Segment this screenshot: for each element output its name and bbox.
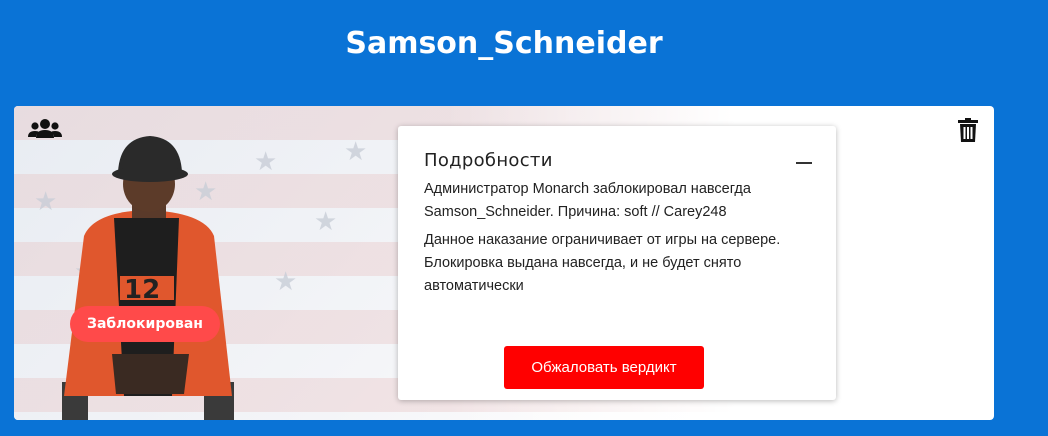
player-card: ★ ★ ★ ★ ★ ★ ★ ★ 12 [14,106,994,420]
details-panel: Подробности Администратор Monarch заблок… [398,126,836,400]
status-badge: Заблокирован [70,306,220,342]
ban-description: Администратор Monarch заблокировал навсе… [424,181,751,220]
svg-text:12: 12 [124,275,160,305]
ban-notice: Данное наказание ограничивает от игры на… [424,232,781,294]
avatar: 12 [62,136,234,420]
details-title: Подробности [424,150,553,171]
page-title: Samson_Schneider [345,26,663,61]
trash-icon[interactable] [958,118,978,147]
appeal-button[interactable]: Обжаловать вердикт [504,346,704,389]
collapse-icon[interactable] [796,162,812,164]
